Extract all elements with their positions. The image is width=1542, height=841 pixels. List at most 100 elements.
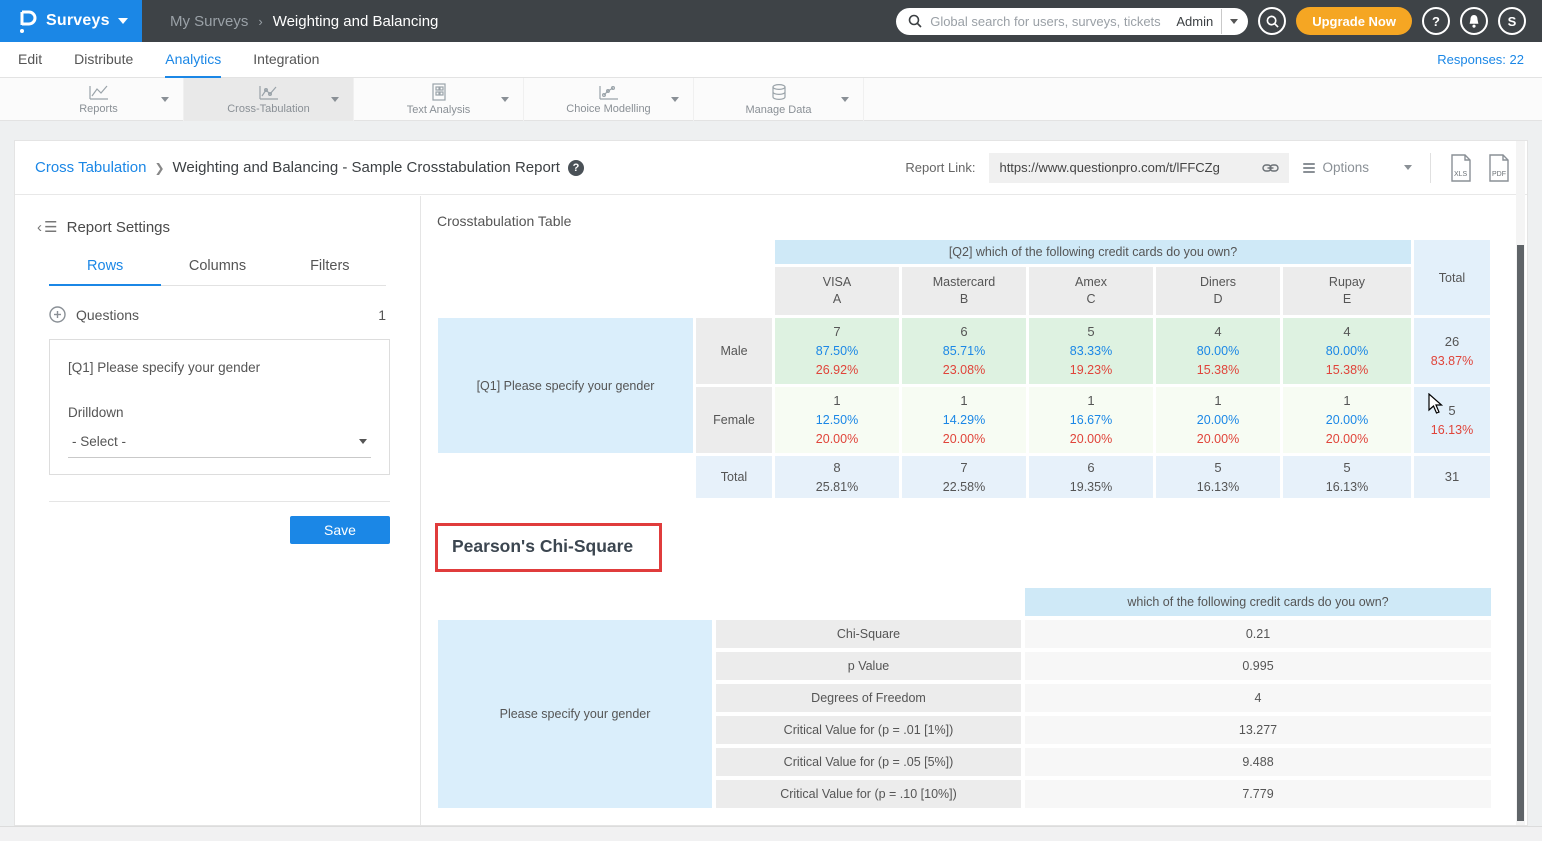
notifications-button[interactable]	[1460, 7, 1488, 35]
stat-label: Degrees of Freedom	[716, 684, 1021, 712]
report-link-input[interactable]	[999, 160, 1254, 175]
settings-tabs: Rows Columns Filters	[49, 258, 386, 286]
cross-tabulation-link[interactable]: Cross Tabulation	[35, 159, 146, 176]
tab-manage-data[interactable]: Manage Data	[694, 78, 864, 121]
breadcrumb-my-surveys[interactable]: My Surveys	[170, 13, 248, 30]
data-cell: 114.29%20.00%	[902, 387, 1026, 453]
nav-edit[interactable]: Edit	[18, 42, 42, 78]
options-button[interactable]: Options	[1303, 160, 1412, 175]
pearson-chi-square-annotation: Pearson's Chi-Square	[435, 523, 662, 572]
footer-strip	[0, 826, 1542, 841]
export-pdf-icon[interactable]: PDF	[1487, 154, 1511, 182]
drilldown-select[interactable]: - Select -	[68, 434, 371, 458]
nav-distribute[interactable]: Distribute	[74, 42, 133, 78]
question-text: [Q1] Please specify your gender	[68, 360, 371, 375]
total-cell: 619.35%	[1029, 456, 1153, 498]
chevron-down-icon[interactable]	[841, 97, 849, 102]
column-question-header: [Q2] which of the following credit cards…	[775, 240, 1411, 264]
search-button[interactable]	[1258, 7, 1286, 35]
scatter-chart-icon	[598, 84, 620, 101]
chevron-down-icon	[118, 18, 128, 24]
link-icon[interactable]	[1262, 162, 1279, 174]
report-settings-header: ‹ ☰ Report Settings	[15, 218, 420, 236]
tab-rows[interactable]: Rows	[49, 258, 161, 286]
search-icon	[908, 14, 922, 28]
export-xls-icon[interactable]: XLS	[1449, 154, 1473, 182]
data-cell: 480.00%15.38%	[1156, 318, 1280, 384]
stat-value: 9.488	[1025, 748, 1491, 776]
section-title: Crosstabulation Table	[437, 213, 1527, 229]
search-scope-chevron-icon[interactable]	[1230, 19, 1238, 24]
stat-value: 4	[1025, 684, 1491, 712]
database-icon	[770, 83, 788, 102]
questions-label: Questions	[76, 307, 139, 323]
line-chart-icon	[88, 84, 110, 101]
breadcrumb-separator: ›	[258, 14, 262, 29]
crosstab-table: [Q2] which of the following credit cards…	[435, 237, 1493, 501]
collapse-panel-icon[interactable]: ‹ ☰	[37, 218, 57, 236]
stat-value: 0.21	[1025, 620, 1491, 648]
question-card: [Q1] Please specify your gender Drilldow…	[49, 339, 390, 475]
product-switcher[interactable]: Surveys	[0, 0, 142, 42]
nav-analytics[interactable]: Analytics	[165, 42, 221, 78]
total-cell: 516.13%	[1283, 456, 1411, 498]
stat-label: Critical Value for (p = .01 [1%])	[716, 716, 1021, 744]
svg-text:XLS: XLS	[1454, 171, 1468, 178]
crosstab-panel: Crosstabulation Table [Q2] which of the …	[421, 196, 1527, 825]
divider	[1430, 153, 1431, 183]
top-bar: Surveys My Surveys › Weighting and Balan…	[0, 0, 1542, 42]
responses-count[interactable]: Responses: 22	[1437, 52, 1524, 67]
report-body: ‹ ☰ Report Settings Rows Columns Filters…	[15, 196, 1527, 825]
tab-reports[interactable]: Reports	[14, 78, 184, 121]
bell-icon	[1467, 14, 1481, 29]
global-search-input[interactable]	[930, 14, 1168, 29]
table-row: Please specify your gender Chi-Square 0.…	[438, 620, 1491, 648]
help-button[interactable]: ?	[1422, 7, 1450, 35]
help-icon[interactable]: ?	[568, 160, 584, 176]
breadcrumb-separator: ❯	[154, 161, 164, 175]
pearson-chi-square-title: Pearson's Chi-Square	[452, 536, 633, 557]
topbar-actions: Admin Upgrade Now ? S	[896, 7, 1542, 35]
table-row-male: [Q1] Please specify your gender Male 787…	[438, 318, 1490, 384]
column-header-amex: AmexC	[1029, 267, 1153, 315]
user-avatar[interactable]: S	[1498, 7, 1526, 35]
upgrade-now-button[interactable]: Upgrade Now	[1296, 7, 1412, 35]
save-button[interactable]: Save	[290, 516, 390, 544]
tab-cross-tabulation[interactable]: Cross-Tabulation	[184, 78, 354, 121]
chi-row-header: Please specify your gender	[438, 620, 712, 808]
tab-choice-modelling[interactable]: Choice Modelling	[524, 78, 694, 121]
report-actions: Report Link: Options XLS	[905, 153, 1511, 183]
data-cell: 685.71%23.08%	[902, 318, 1026, 384]
drilldown-label: Drilldown	[68, 405, 371, 420]
search-icon	[1266, 15, 1279, 28]
table-row-total: Total 825.81% 722.58% 619.35% 516.13% 51…	[438, 456, 1490, 498]
stat-value: 7.779	[1025, 780, 1491, 808]
vertical-scrollbar[interactable]	[1516, 141, 1525, 825]
chevron-down-icon[interactable]	[331, 97, 339, 102]
scrollbar-thumb[interactable]	[1517, 245, 1524, 821]
global-search[interactable]: Admin	[896, 8, 1248, 35]
report-link-box	[989, 153, 1289, 183]
row-question-cell: [Q1] Please specify your gender	[438, 318, 693, 453]
chevron-down-icon[interactable]	[671, 97, 679, 102]
search-scope-label[interactable]: Admin	[1176, 14, 1213, 29]
report-header: Cross Tabulation ❯ Weighting and Balanci…	[15, 141, 1527, 195]
report-settings-title: Report Settings	[67, 219, 170, 236]
row-total-cell: 2683.87%	[1414, 318, 1490, 384]
chevron-down-icon[interactable]	[501, 97, 509, 102]
report-title: Weighting and Balancing - Sample Crossta…	[173, 159, 560, 176]
nav-integration[interactable]: Integration	[253, 42, 319, 78]
drilldown-selected-value: - Select -	[72, 434, 126, 449]
tab-filters[interactable]: Filters	[274, 258, 386, 285]
data-cell: 112.50%20.00%	[775, 387, 899, 453]
add-question-icon[interactable]	[49, 306, 66, 323]
total-column-header: Total	[1414, 240, 1490, 315]
tab-text-analysis[interactable]: Text Analysis	[354, 78, 524, 121]
chevron-down-icon[interactable]	[161, 97, 169, 102]
mouse-cursor	[1428, 393, 1446, 415]
tab-columns[interactable]: Columns	[161, 258, 273, 285]
report-breadcrumb: Cross Tabulation ❯ Weighting and Balanci…	[35, 159, 584, 176]
data-cell: 480.00%15.38%	[1283, 318, 1411, 384]
chevron-down-icon	[1404, 165, 1412, 170]
questions-row: Questions 1	[49, 306, 386, 323]
